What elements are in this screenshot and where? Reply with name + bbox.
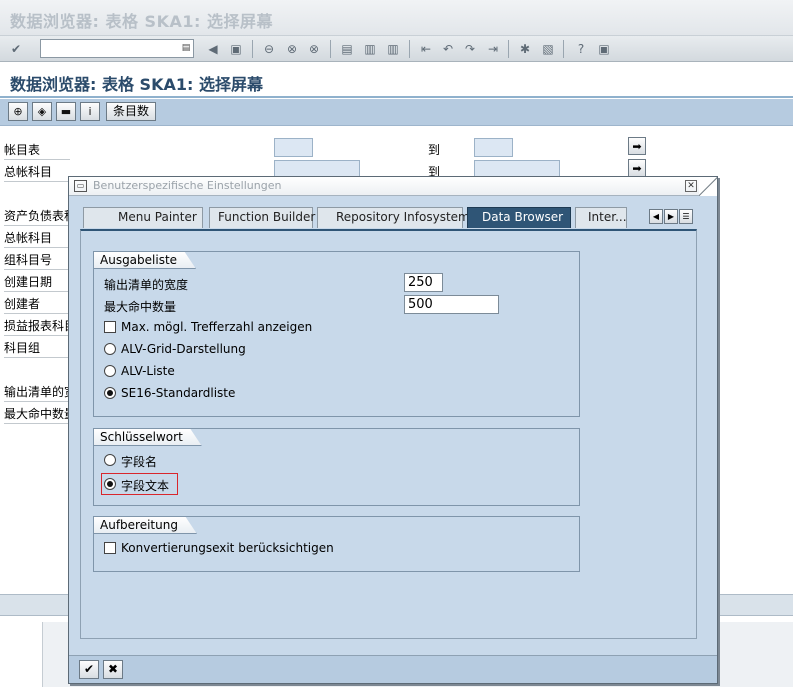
window-title: 数据浏览器: 表格 SKA1: 选择屏幕 (10, 12, 273, 31)
selection-label: 总帐科目 (4, 229, 70, 248)
field-name-radio[interactable] (104, 454, 116, 466)
toolbar-separator (409, 40, 410, 58)
tab-menu-painter[interactable]: Menu Painter (83, 207, 203, 228)
show-max-hits-label: Max. mögl. Trefferzahl anzeigen (121, 320, 313, 334)
collapse-icon[interactable]: ◀ (205, 41, 221, 57)
conversion-exit-label: Konvertierungsexit berücksichtigen (121, 541, 334, 555)
page-title: 数据浏览器: 表格 SKA1: 选择屏幕 (10, 75, 263, 94)
info-icon[interactable]: i (80, 102, 100, 121)
command-dropdown-icon[interactable]: ▤ (181, 42, 191, 55)
new-session-icon[interactable]: ✱ (517, 41, 533, 57)
layout-icon[interactable]: ▣ (596, 41, 612, 57)
tabstrip: Menu Painter Function Builder Repository… (69, 197, 717, 229)
field-name-label: 字段名 (121, 455, 158, 469)
alv-list-radio[interactable] (104, 365, 116, 377)
shortcut-icon[interactable]: ▧ (540, 41, 556, 57)
se16-standard-list-label: SE16-Standardliste (121, 386, 236, 400)
max-hits-label: 最大命中数量 (104, 300, 177, 314)
selection-label: 创建日期 (4, 273, 70, 292)
last-page-icon[interactable]: ⇥ (485, 41, 501, 57)
cancel-icon[interactable]: ⊗ (306, 41, 322, 57)
selection-label: 最大命中数量 (4, 405, 70, 424)
first-page-icon[interactable]: ⇤ (418, 41, 434, 57)
print-icon[interactable]: ▤ (339, 41, 355, 57)
tab-internet[interactable]: Inter... (575, 207, 627, 228)
selection-options-icon[interactable]: ◈ (32, 102, 52, 121)
selection-to-field[interactable] (474, 138, 513, 157)
tab-repository-infosystem[interactable]: Repository Infosystem (317, 207, 470, 228)
multiple-selection-icon[interactable]: ➡ (628, 137, 646, 155)
tab-scroll-left-icon[interactable]: ◀ (649, 209, 663, 224)
data-browser-panel: Ausgabeliste 输出清单的宽度 250 最大命中数量 500 Max.… (80, 229, 697, 639)
tab-list-icon[interactable]: ☰ (679, 209, 693, 224)
selection-label: 总帐科目 (4, 163, 70, 182)
alv-grid-label: ALV-Grid-Darstellung (121, 342, 246, 356)
selection-from-field[interactable] (274, 138, 313, 157)
group-title: Aufbereitung (93, 516, 197, 534)
formatting-group: Aufbereitung Konvertierungsexit berücksi… (93, 516, 580, 572)
toolbar-separator (508, 40, 509, 58)
se16-standard-list-radio[interactable] (104, 387, 116, 399)
confirm-icon[interactable]: ✔ (79, 660, 99, 679)
execute-icon[interactable]: ⊕ (8, 102, 28, 121)
selection-label: 帐目表 (4, 141, 70, 160)
exit-icon[interactable]: ⊗ (284, 41, 300, 57)
dialog-corner-decoration (699, 177, 717, 196)
selection-label: 科目组 (4, 339, 70, 358)
selection-label: 损益报表科目 (4, 317, 70, 336)
field-text-radio[interactable] (104, 478, 116, 490)
dialog-footer: ✔ ✖ (69, 655, 717, 683)
max-hits-input[interactable]: 500 (404, 295, 499, 314)
command-field[interactable]: ▤ (40, 39, 194, 58)
selection-label: 创建者 (4, 295, 70, 314)
group-title: Schlüsselwort (93, 428, 202, 446)
alv-list-label: ALV-Liste (121, 364, 175, 378)
application-toolbar: ⊕ ◈ ▬ i 条目数 (0, 99, 793, 126)
number-of-entries-button[interactable]: 条目数 (106, 102, 157, 121)
tab-scroll-right-icon[interactable]: ▶ (664, 209, 678, 224)
selection-label: 资产负债表科目 (4, 207, 70, 226)
tab-function-builder[interactable]: Function Builder (209, 207, 315, 228)
prev-page-icon[interactable]: ↶ (440, 41, 456, 57)
output-list-group: Ausgabeliste 输出清单的宽度 250 最大命中数量 500 Max.… (93, 251, 580, 417)
toolbar-separator (563, 40, 564, 58)
dialog-titlebar: ▭ Benutzerspezifische Einstellungen ✕ (69, 177, 717, 196)
standard-toolbar: ✔ ▤ ◀ ▣ ⊖ ⊗ ⊗ ▤ ▥ ▥ ⇤ ↶ ↷ ⇥ ✱ ▧ ? ▣ (0, 36, 793, 62)
window-titlebar: 数据浏览器: 表格 SKA1: 选择屏幕 (0, 0, 793, 36)
toolbar-separator (252, 40, 253, 58)
app-header: 数据浏览器: 表格 SKA1: 选择屏幕 (0, 62, 793, 98)
toolbar-separator (330, 40, 331, 58)
multiple-selection-icon[interactable]: ➡ (628, 159, 646, 177)
to-label: 到 (428, 143, 441, 157)
help-icon[interactable]: ? (573, 41, 589, 57)
dialog-title: Benutzerspezifische Einstellungen (93, 179, 282, 192)
save-icon[interactable]: ▣ (228, 41, 244, 57)
show-max-hits-checkbox[interactable] (104, 321, 116, 333)
user-settings-dialog: ▭ Benutzerspezifische Einstellungen ✕ Me… (68, 176, 718, 684)
find-icon[interactable]: ▥ (362, 41, 378, 57)
find-next-icon[interactable]: ▥ (385, 41, 401, 57)
output-width-label: 输出清单的宽度 (104, 278, 189, 292)
field-text-label: 字段文本 (121, 479, 170, 493)
enter-icon[interactable]: ✔ (8, 41, 24, 57)
dialog-window-icon: ▭ (74, 180, 87, 192)
next-page-icon[interactable]: ↷ (462, 41, 478, 57)
keyword-group: Schlüsselwort 字段名 字段文本 (93, 428, 580, 506)
output-width-input[interactable]: 250 (404, 273, 443, 292)
selection-label: 输出清单的宽度 (4, 383, 70, 402)
selection-label: 组科目号 (4, 251, 70, 270)
close-icon[interactable]: ✕ (685, 180, 697, 192)
tab-data-browser[interactable]: Data Browser (467, 207, 571, 228)
alv-grid-radio[interactable] (104, 343, 116, 355)
cancel-icon[interactable]: ✖ (103, 660, 123, 679)
conversion-exit-checkbox[interactable] (104, 542, 116, 554)
back-icon[interactable]: ⊖ (261, 41, 277, 57)
group-title: Ausgabeliste (93, 251, 196, 269)
save-variant-icon[interactable]: ▬ (56, 102, 76, 121)
